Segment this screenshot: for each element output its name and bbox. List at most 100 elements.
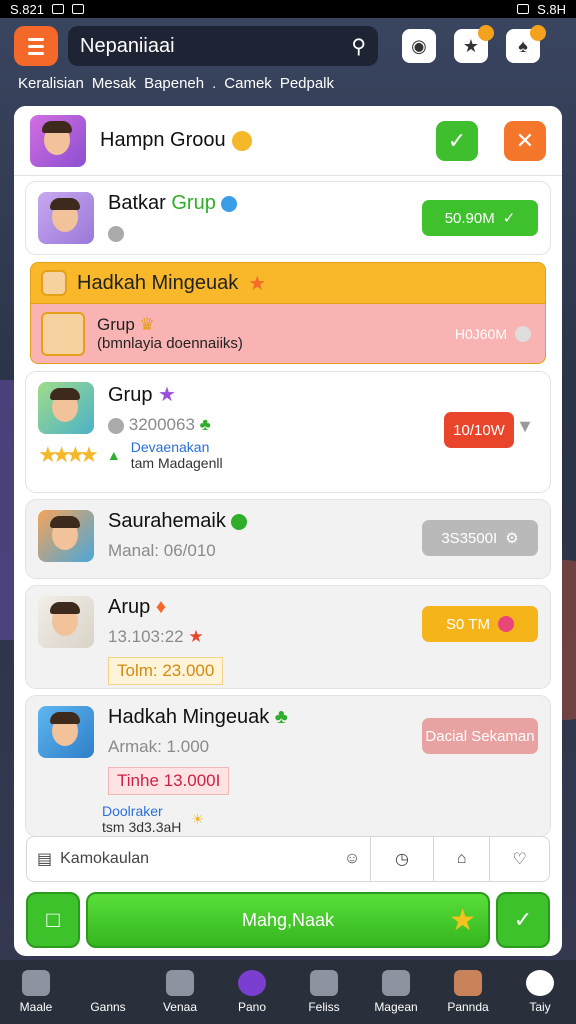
app-icon bbox=[71, 4, 84, 14]
emoji-icon[interactable]: ☺ bbox=[344, 850, 360, 868]
list-item[interactable]: Grup ★ 3200063 ♣ ★★★★ ▲ Devaenakan tam Mad… bbox=[26, 372, 550, 492]
list-item[interactable]: Arup ♦ 13.103:22 ★ Tolm: 23.000 S0 TM bbox=[26, 586, 550, 688]
clipboard-button[interactable]: □ bbox=[26, 892, 80, 948]
status-bar: S.821 S.8H bbox=[0, 0, 576, 18]
nav-item-home[interactable]: Maale bbox=[1, 970, 71, 1014]
nav-item-games[interactable]: Ganns bbox=[73, 970, 143, 1014]
tab-2[interactable]: Bapeneh bbox=[144, 75, 204, 92]
nav-item-pannda[interactable]: Pannda bbox=[433, 970, 503, 1014]
clock-button[interactable]: ◷ bbox=[371, 837, 434, 881]
bell-icon[interactable]: ★ bbox=[454, 25, 494, 63]
star-icon: ★ bbox=[248, 272, 267, 295]
avatar bbox=[38, 192, 94, 244]
item-sub: 13.103:22 ★ bbox=[108, 627, 223, 647]
panel-header: Hampn Groou ✓ ✕ bbox=[14, 106, 562, 176]
box-icon bbox=[382, 970, 410, 996]
clipboard-icon: □ bbox=[46, 907, 60, 932]
clover-icon: ♣ bbox=[199, 415, 211, 434]
heart-button[interactable]: ♡ bbox=[490, 837, 549, 881]
home-icon bbox=[22, 970, 50, 996]
highlight-right: H0J60M bbox=[455, 325, 531, 342]
search-input[interactable] bbox=[80, 34, 320, 58]
bottom-nav: Maale Ganns Venaa Pano Feliss Magean Pan… bbox=[0, 960, 576, 1024]
group-panel: Hampn Groou ✓ ✕ Batkar Grup 50.90M ✓ Hadk… bbox=[14, 106, 562, 956]
item-name-text: Saurahemaik bbox=[108, 510, 226, 532]
nav-label: Taiy bbox=[529, 1000, 551, 1014]
price-label: 3S3500I bbox=[441, 529, 498, 547]
games-icon bbox=[94, 970, 122, 996]
nav-item-venue[interactable]: Venaa bbox=[145, 970, 215, 1014]
badge: ▲ Devaenakan tam Madagenll bbox=[107, 439, 223, 471]
nav-item-files[interactable]: Feliss bbox=[289, 970, 359, 1014]
list-item[interactable]: Saurahemaik Manal: 06/010 3S3500I ⚙ bbox=[26, 500, 550, 578]
tab-0[interactable]: Keralisian bbox=[18, 75, 84, 92]
alert-icon[interactable]: ♠ bbox=[506, 25, 546, 63]
price-button[interactable]: S0 TM bbox=[422, 606, 538, 642]
search-icon[interactable]: ⚲ bbox=[351, 34, 366, 59]
price-button[interactable]: 10/10W bbox=[444, 412, 514, 448]
item-sub: Manal: 06/010 bbox=[108, 541, 216, 560]
settings-icon[interactable] bbox=[515, 325, 531, 342]
profile-icon bbox=[526, 970, 554, 996]
avatar bbox=[30, 114, 86, 167]
action-button[interactable]: Dacial Sekaman bbox=[422, 718, 538, 754]
tab-4[interactable]: Camek bbox=[224, 75, 272, 92]
nav-label: Maale bbox=[19, 1000, 53, 1014]
clock-icon: ◷ bbox=[394, 851, 409, 868]
shield-icon bbox=[108, 417, 124, 434]
nav-label: Ganns bbox=[90, 1000, 126, 1014]
gear-icon: ⚙ bbox=[505, 530, 519, 547]
item-id: 3200063 ♣ bbox=[108, 415, 211, 435]
item-name-text: Arup bbox=[108, 596, 151, 618]
price-label: S0 TM bbox=[446, 615, 490, 633]
list-item[interactable]: Hadkah Mingeuak ♣ Armak: 1.000 Tinhe 13.… bbox=[26, 696, 550, 836]
item-name-highlight: Grup bbox=[171, 192, 216, 214]
item-sub: Armak: 1.000 bbox=[108, 737, 210, 756]
highlight-item[interactable]: Grup ♛ (bmnlayia doennaiiks) H0J60M bbox=[30, 304, 546, 364]
star-icon: ★ bbox=[188, 627, 204, 646]
price-button[interactable]: 3S3500I ⚙ bbox=[422, 520, 538, 556]
check-icon: ✓ bbox=[513, 907, 533, 932]
store-icon bbox=[41, 270, 67, 296]
chat-icon[interactable]: ◉ bbox=[402, 29, 436, 63]
tab-5[interactable]: Pedpalk bbox=[280, 75, 334, 92]
confirm-button[interactable]: ✓ bbox=[436, 120, 478, 161]
avatar bbox=[41, 311, 85, 356]
group-list: Batkar Grup 50.90M ✓ Hadkah Mingeuak ★ Gr… bbox=[26, 182, 550, 844]
avatar bbox=[38, 382, 94, 434]
nav-item-pano[interactable]: Pano bbox=[217, 970, 287, 1014]
close-button[interactable]: ✕ bbox=[504, 120, 546, 161]
price-tag: Tinhe 13.000I bbox=[108, 767, 230, 795]
cup-icon[interactable]: ▼ bbox=[516, 416, 534, 437]
sun-icon: ☀ bbox=[191, 810, 204, 827]
badge-subtext: tam Madagenll bbox=[130, 455, 223, 471]
confirm-round-button[interactable]: ✓ bbox=[496, 892, 550, 948]
star-icon: ★ bbox=[158, 384, 176, 406]
filter-main[interactable]: ▤ Kamokaulan ☺ bbox=[27, 837, 372, 881]
primary-cta-button[interactable]: Mahg,Naak ★ bbox=[86, 892, 490, 948]
coin-icon bbox=[231, 130, 252, 151]
heart-icon: ♡ bbox=[512, 851, 527, 868]
price-label: 10/10W bbox=[453, 421, 505, 439]
crown-icon: ♛ bbox=[139, 315, 155, 334]
orb-icon bbox=[238, 970, 266, 996]
item-name: Grup ★ bbox=[108, 382, 211, 407]
tab-1[interactable]: Mesak bbox=[92, 75, 136, 92]
menu-button[interactable] bbox=[14, 26, 58, 66]
home-icon: ⌂ bbox=[456, 850, 467, 867]
search-bar[interactable]: ⚲ bbox=[68, 26, 378, 66]
item-name: Arup ♦ bbox=[108, 596, 223, 619]
nav-item-magean[interactable]: Magean bbox=[361, 970, 431, 1014]
filter-label: Kamokaulan bbox=[60, 850, 150, 867]
price-button[interactable]: 50.90M ✓ bbox=[422, 200, 538, 236]
nav-item-profile[interactable]: Taiy bbox=[505, 970, 575, 1014]
item-id-text: 3200063 bbox=[128, 415, 195, 434]
panel-title-text: Hampn Groou bbox=[100, 129, 226, 151]
panda-icon bbox=[454, 970, 482, 996]
item-name-part: Batkar bbox=[108, 192, 172, 214]
price-tag: Tolm: 23.000 bbox=[108, 657, 224, 685]
list-item[interactable]: Batkar Grup 50.90M ✓ bbox=[26, 182, 550, 254]
item-name: Batkar Grup bbox=[108, 192, 238, 215]
home-button[interactable]: ⌂ bbox=[434, 837, 491, 881]
avatar bbox=[38, 706, 94, 758]
